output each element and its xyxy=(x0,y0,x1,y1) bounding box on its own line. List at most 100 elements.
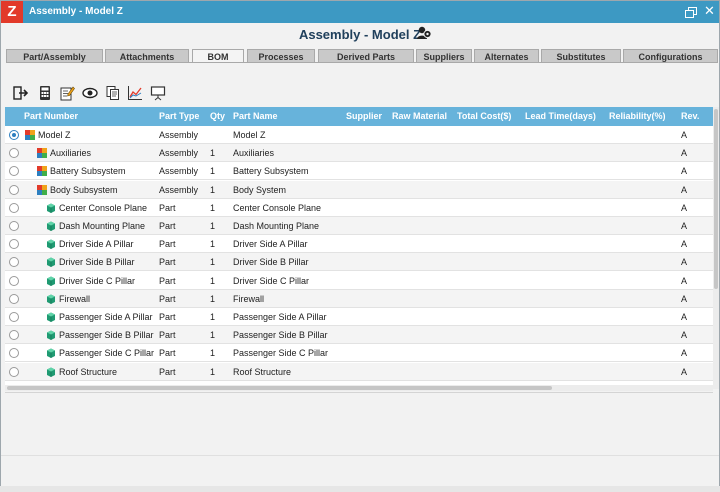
cell-part-number[interactable]: Model Z xyxy=(38,126,71,144)
cell-part-name: Passenger Side A Pillar xyxy=(233,312,327,322)
table-row[interactable]: Battery Subsystem Assembly 1 Battery Subsys… xyxy=(5,162,713,181)
close-icon[interactable]: ✕ xyxy=(704,3,716,18)
col-supplier[interactable]: Supplier xyxy=(346,107,382,126)
cell-part-number[interactable]: Battery Subsystem xyxy=(50,162,126,180)
cell-part-number[interactable]: Firewall xyxy=(59,290,90,308)
row-select-radio[interactable] xyxy=(9,366,19,377)
col-total-cost[interactable]: Total Cost($) xyxy=(457,107,511,126)
table-row[interactable]: Dash Mounting Plane Part 1 Dash Mounting Pl… xyxy=(5,217,713,235)
cell-qty: 1 xyxy=(210,348,216,359)
cell-qty: 1 xyxy=(210,275,216,286)
tab-derived-parts[interactable]: Derived Parts xyxy=(318,49,414,63)
tab-substitutes[interactable]: Substitutes xyxy=(541,49,621,63)
assembly-icon xyxy=(25,130,35,140)
cell-part-name: Passenger Side C Pillar xyxy=(233,348,329,359)
table-row[interactable]: Firewall Part 1 Firewall A xyxy=(5,289,713,308)
app-logo: Z xyxy=(1,1,23,23)
tab-suppliers[interactable]: Suppliers xyxy=(416,49,472,63)
row-select-radio[interactable] xyxy=(9,184,19,195)
tab-bom[interactable]: BOM xyxy=(192,49,244,63)
horizontal-scrollbar[interactable] xyxy=(5,385,713,391)
cell-rev: A xyxy=(681,148,688,159)
cell-part-name: Model Z xyxy=(233,130,266,140)
cell-part-name: Driver Side C Pillar xyxy=(233,275,310,286)
window-footer xyxy=(1,455,719,486)
cell-part-type: Part xyxy=(159,312,176,322)
col-lead-time[interactable]: Lead Time(days) xyxy=(525,107,596,126)
cell-part-number[interactable]: Driver Side C Pillar xyxy=(59,272,135,290)
row-select-radio[interactable] xyxy=(9,330,19,341)
row-select-radio[interactable] xyxy=(9,202,19,213)
tab-part-assembly[interactable]: Part/Assembly xyxy=(6,49,103,63)
col-rev[interactable]: Rev. xyxy=(681,107,699,126)
cell-part-number[interactable]: Dash Mounting Plane xyxy=(59,217,145,235)
table-row[interactable]: Driver Side A Pillar Part 1 Driver Side A P… xyxy=(5,235,713,254)
user-group-icon[interactable] xyxy=(416,25,432,41)
row-select-radio[interactable] xyxy=(9,239,19,250)
cell-qty: 1 xyxy=(210,257,216,268)
cell-part-number[interactable]: Auxiliaries xyxy=(50,144,91,162)
cell-part-number[interactable]: Passenger Side A Pillar xyxy=(59,308,153,326)
edit-icon[interactable] xyxy=(59,85,75,101)
row-select-radio[interactable] xyxy=(9,148,19,159)
table-row[interactable]: Model Z Assembly Model Z A xyxy=(5,126,713,144)
row-select-radio[interactable] xyxy=(9,221,19,231)
col-part-type[interactable]: Part Type xyxy=(159,107,199,126)
horizontal-scroll-thumb[interactable] xyxy=(7,386,552,390)
table-row[interactable]: Center Console Plane Part 1 Center Console … xyxy=(5,198,713,217)
table-row[interactable]: Passenger Side C Pillar Part 1 Passenger Si… xyxy=(5,344,713,363)
vertical-scroll-thumb[interactable] xyxy=(714,109,718,289)
cell-rev: A xyxy=(681,130,688,140)
cell-qty: 1 xyxy=(210,293,216,304)
maximize-icon[interactable] xyxy=(685,6,697,18)
row-select-radio[interactable] xyxy=(9,166,19,177)
cell-part-number[interactable]: Driver Side A Pillar xyxy=(59,235,134,253)
tab-attachments[interactable]: Attachments xyxy=(105,49,189,63)
cell-qty: 1 xyxy=(210,202,216,213)
presentation-icon[interactable] xyxy=(150,85,166,101)
cell-part-number[interactable]: Passenger Side C Pillar xyxy=(59,344,154,362)
col-part-name[interactable]: Part Name xyxy=(233,107,278,126)
cell-part-number[interactable]: Roof Structure xyxy=(59,363,117,381)
view-icon[interactable] xyxy=(82,85,98,101)
table-row[interactable]: Driver Side C Pillar Part 1 Driver Side C P… xyxy=(5,271,713,290)
row-select-radio[interactable] xyxy=(9,312,19,322)
col-raw-material[interactable]: Raw Material xyxy=(392,107,447,126)
part-icon xyxy=(46,348,56,359)
chart-icon[interactable] xyxy=(127,85,143,101)
title-bar[interactable]: Z Assembly - Model Z ✕ xyxy=(1,1,719,23)
col-part-number[interactable]: Part Number xyxy=(24,107,78,126)
cell-part-number[interactable]: Passenger Side B Pillar xyxy=(59,326,154,344)
col-qty[interactable]: Qty xyxy=(210,107,225,126)
table-row[interactable]: Passenger Side B Pillar Part 1 Passenger Si… xyxy=(5,326,713,345)
col-reliability[interactable]: Reliability(%) xyxy=(609,107,666,126)
tab-alternates[interactable]: Alternates xyxy=(474,49,539,63)
assembly-icon xyxy=(37,148,47,159)
cell-qty: 1 xyxy=(210,312,216,322)
row-select-radio[interactable] xyxy=(9,293,19,304)
tab-processes[interactable]: Processes xyxy=(247,49,315,63)
cell-part-name: Battery Subsystem xyxy=(233,166,309,177)
cell-qty: 1 xyxy=(210,148,216,159)
table-row[interactable]: Auxiliaries Assembly 1 Auxiliaries A xyxy=(5,144,713,163)
table-row[interactable]: Driver Side B Pillar Part 1 Driver Side B P… xyxy=(5,253,713,272)
import-icon[interactable] xyxy=(13,85,29,101)
cell-part-number[interactable]: Center Console Plane xyxy=(59,199,147,217)
tab-configurations[interactable]: Configurations xyxy=(623,49,718,63)
detail-panel xyxy=(5,393,713,455)
row-select-radio[interactable] xyxy=(9,348,19,359)
cell-part-number[interactable]: Driver Side B Pillar xyxy=(59,253,135,271)
vertical-scrollbar[interactable] xyxy=(713,107,719,389)
cell-part-type: Part xyxy=(159,239,176,250)
calculator-icon[interactable] xyxy=(37,85,53,101)
table-row[interactable]: Passenger Side A Pillar Part 1 Passenger Si… xyxy=(5,308,713,326)
table-row[interactable]: Roof Structure Part 1 Roof Structure A xyxy=(5,362,713,381)
tab-bar: Part/Assembly Attachments BOM Processes Deri… xyxy=(6,49,718,63)
row-select-radio[interactable] xyxy=(9,130,19,140)
row-select-radio[interactable] xyxy=(9,275,19,286)
cell-part-number[interactable]: Body Subsystem xyxy=(50,181,118,199)
copy-icon[interactable] xyxy=(105,85,121,101)
table-row[interactable]: Body Subsystem Assembly 1 Body System A xyxy=(5,180,713,199)
cell-rev: A xyxy=(681,348,688,359)
row-select-radio[interactable] xyxy=(9,257,19,268)
